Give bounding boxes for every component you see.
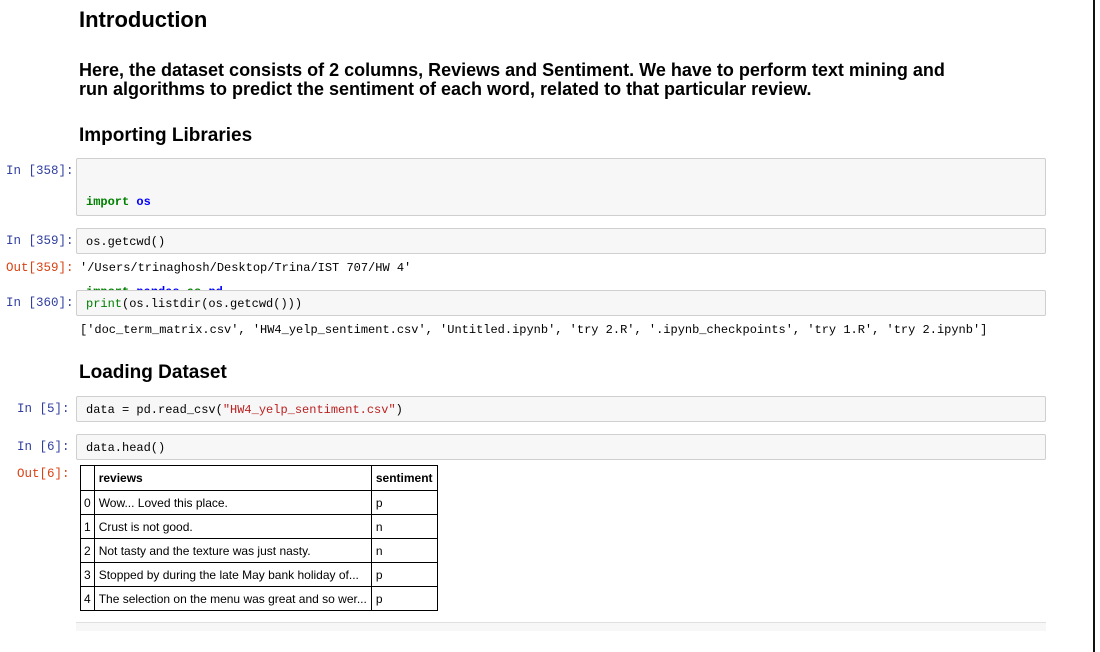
row-index: 0 xyxy=(80,490,95,515)
code-cell-head[interactable]: data.head() xyxy=(76,434,1046,460)
importing-libraries-heading: Importing Libraries xyxy=(79,125,253,146)
table-cell: Stopped by during the late May bank holi… xyxy=(93,562,372,587)
cell-output: ['doc_term_matrix.csv', 'HW4_yelp_sentim… xyxy=(80,323,988,337)
code-editor[interactable]: print(os.listdir(os.getcwd())) xyxy=(77,291,1045,312)
cell-prompt: In [5]: xyxy=(17,402,70,416)
code-line: import os xyxy=(86,195,151,209)
table-row: 0 Wow... Loved this place. p xyxy=(80,490,438,515)
introduction-text-line2: run algorithms to predict the sentiment … xyxy=(79,79,812,99)
table-cell: Crust is not good. xyxy=(93,514,372,539)
code-editor[interactable]: data.head() xyxy=(77,435,1045,456)
table-cell: n xyxy=(370,538,438,563)
table-row: 1 Crust is not good. n xyxy=(80,514,438,539)
table-row: 3 Stopped by during the late May bank ho… xyxy=(80,562,438,587)
table-header-cell: reviews xyxy=(93,465,372,491)
table-header-cell xyxy=(80,465,95,491)
code-cell-imports[interactable]: import os import numpy as np import pand… xyxy=(76,158,1046,299)
loading-dataset-heading: Loading Dataset xyxy=(79,362,227,383)
introduction-heading: Introduction xyxy=(79,7,208,32)
code-editor[interactable]: data = pd.read_csv("HW4_yelp_sentiment.c… xyxy=(77,397,1045,418)
next-cell-edge[interactable] xyxy=(76,622,1046,631)
table-cell: Not tasty and the texture was just nasty… xyxy=(93,538,372,563)
table-cell: n xyxy=(370,514,438,539)
row-index: 4 xyxy=(80,586,95,611)
table-row: 2 Not tasty and the texture was just nas… xyxy=(80,538,438,563)
table-cell: p xyxy=(370,562,438,587)
code-editor[interactable]: os.getcwd() xyxy=(77,229,1045,250)
table-row: 4 The selection on the menu was great an… xyxy=(80,586,438,611)
table-cell: The selection on the menu was great and … xyxy=(93,586,372,611)
output-prompt: Out[359]: xyxy=(6,261,74,275)
cell-prompt: In [6]: xyxy=(17,440,70,454)
row-index: 3 xyxy=(80,562,95,587)
table-header-cell: sentiment xyxy=(370,465,438,491)
dataframe-table: reviews sentiment 0 Wow... Loved this pl… xyxy=(80,465,438,611)
code-cell-getcwd[interactable]: os.getcwd() xyxy=(76,228,1046,254)
table-header-row: reviews sentiment xyxy=(80,465,438,491)
row-index: 1 xyxy=(80,514,95,539)
introduction-text: Here, the dataset consists of 2 columns,… xyxy=(79,61,1054,99)
cell-output: '/Users/trinaghosh/Desktop/Trina/IST 707… xyxy=(80,261,412,275)
cell-prompt: In [359]: xyxy=(6,234,74,248)
cell-prompt: In [360]: xyxy=(6,296,74,310)
table-cell: Wow... Loved this place. xyxy=(93,490,372,515)
table-cell: p xyxy=(370,490,438,515)
introduction-text-line1: Here, the dataset consists of 2 columns,… xyxy=(79,60,945,80)
table-cell: p xyxy=(370,586,438,611)
code-cell-read-csv[interactable]: data = pd.read_csv("HW4_yelp_sentiment.c… xyxy=(76,396,1046,422)
cell-prompt: In [358]: xyxy=(6,164,74,178)
window-edge xyxy=(1093,0,1095,652)
code-cell-listdir[interactable]: print(os.listdir(os.getcwd())) xyxy=(76,290,1046,316)
output-prompt: Out[6]: xyxy=(17,467,70,481)
row-index: 2 xyxy=(80,538,95,563)
